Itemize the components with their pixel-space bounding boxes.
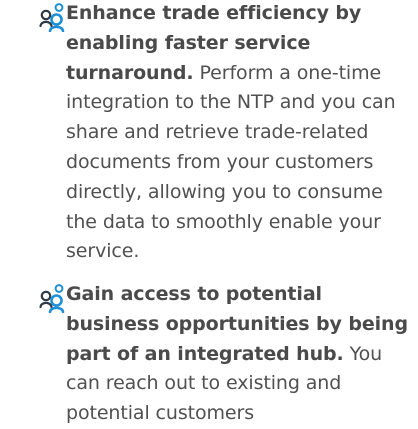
people-connection-icon <box>38 283 68 313</box>
people-connection-icon <box>38 2 68 32</box>
feature-body: Perform a one-time integration to the NT… <box>66 61 396 263</box>
feature-paragraph: Gain access to potential business opport… <box>66 280 416 429</box>
feature-paragraph: Enhance trade efficiency by enabling fas… <box>66 0 416 267</box>
